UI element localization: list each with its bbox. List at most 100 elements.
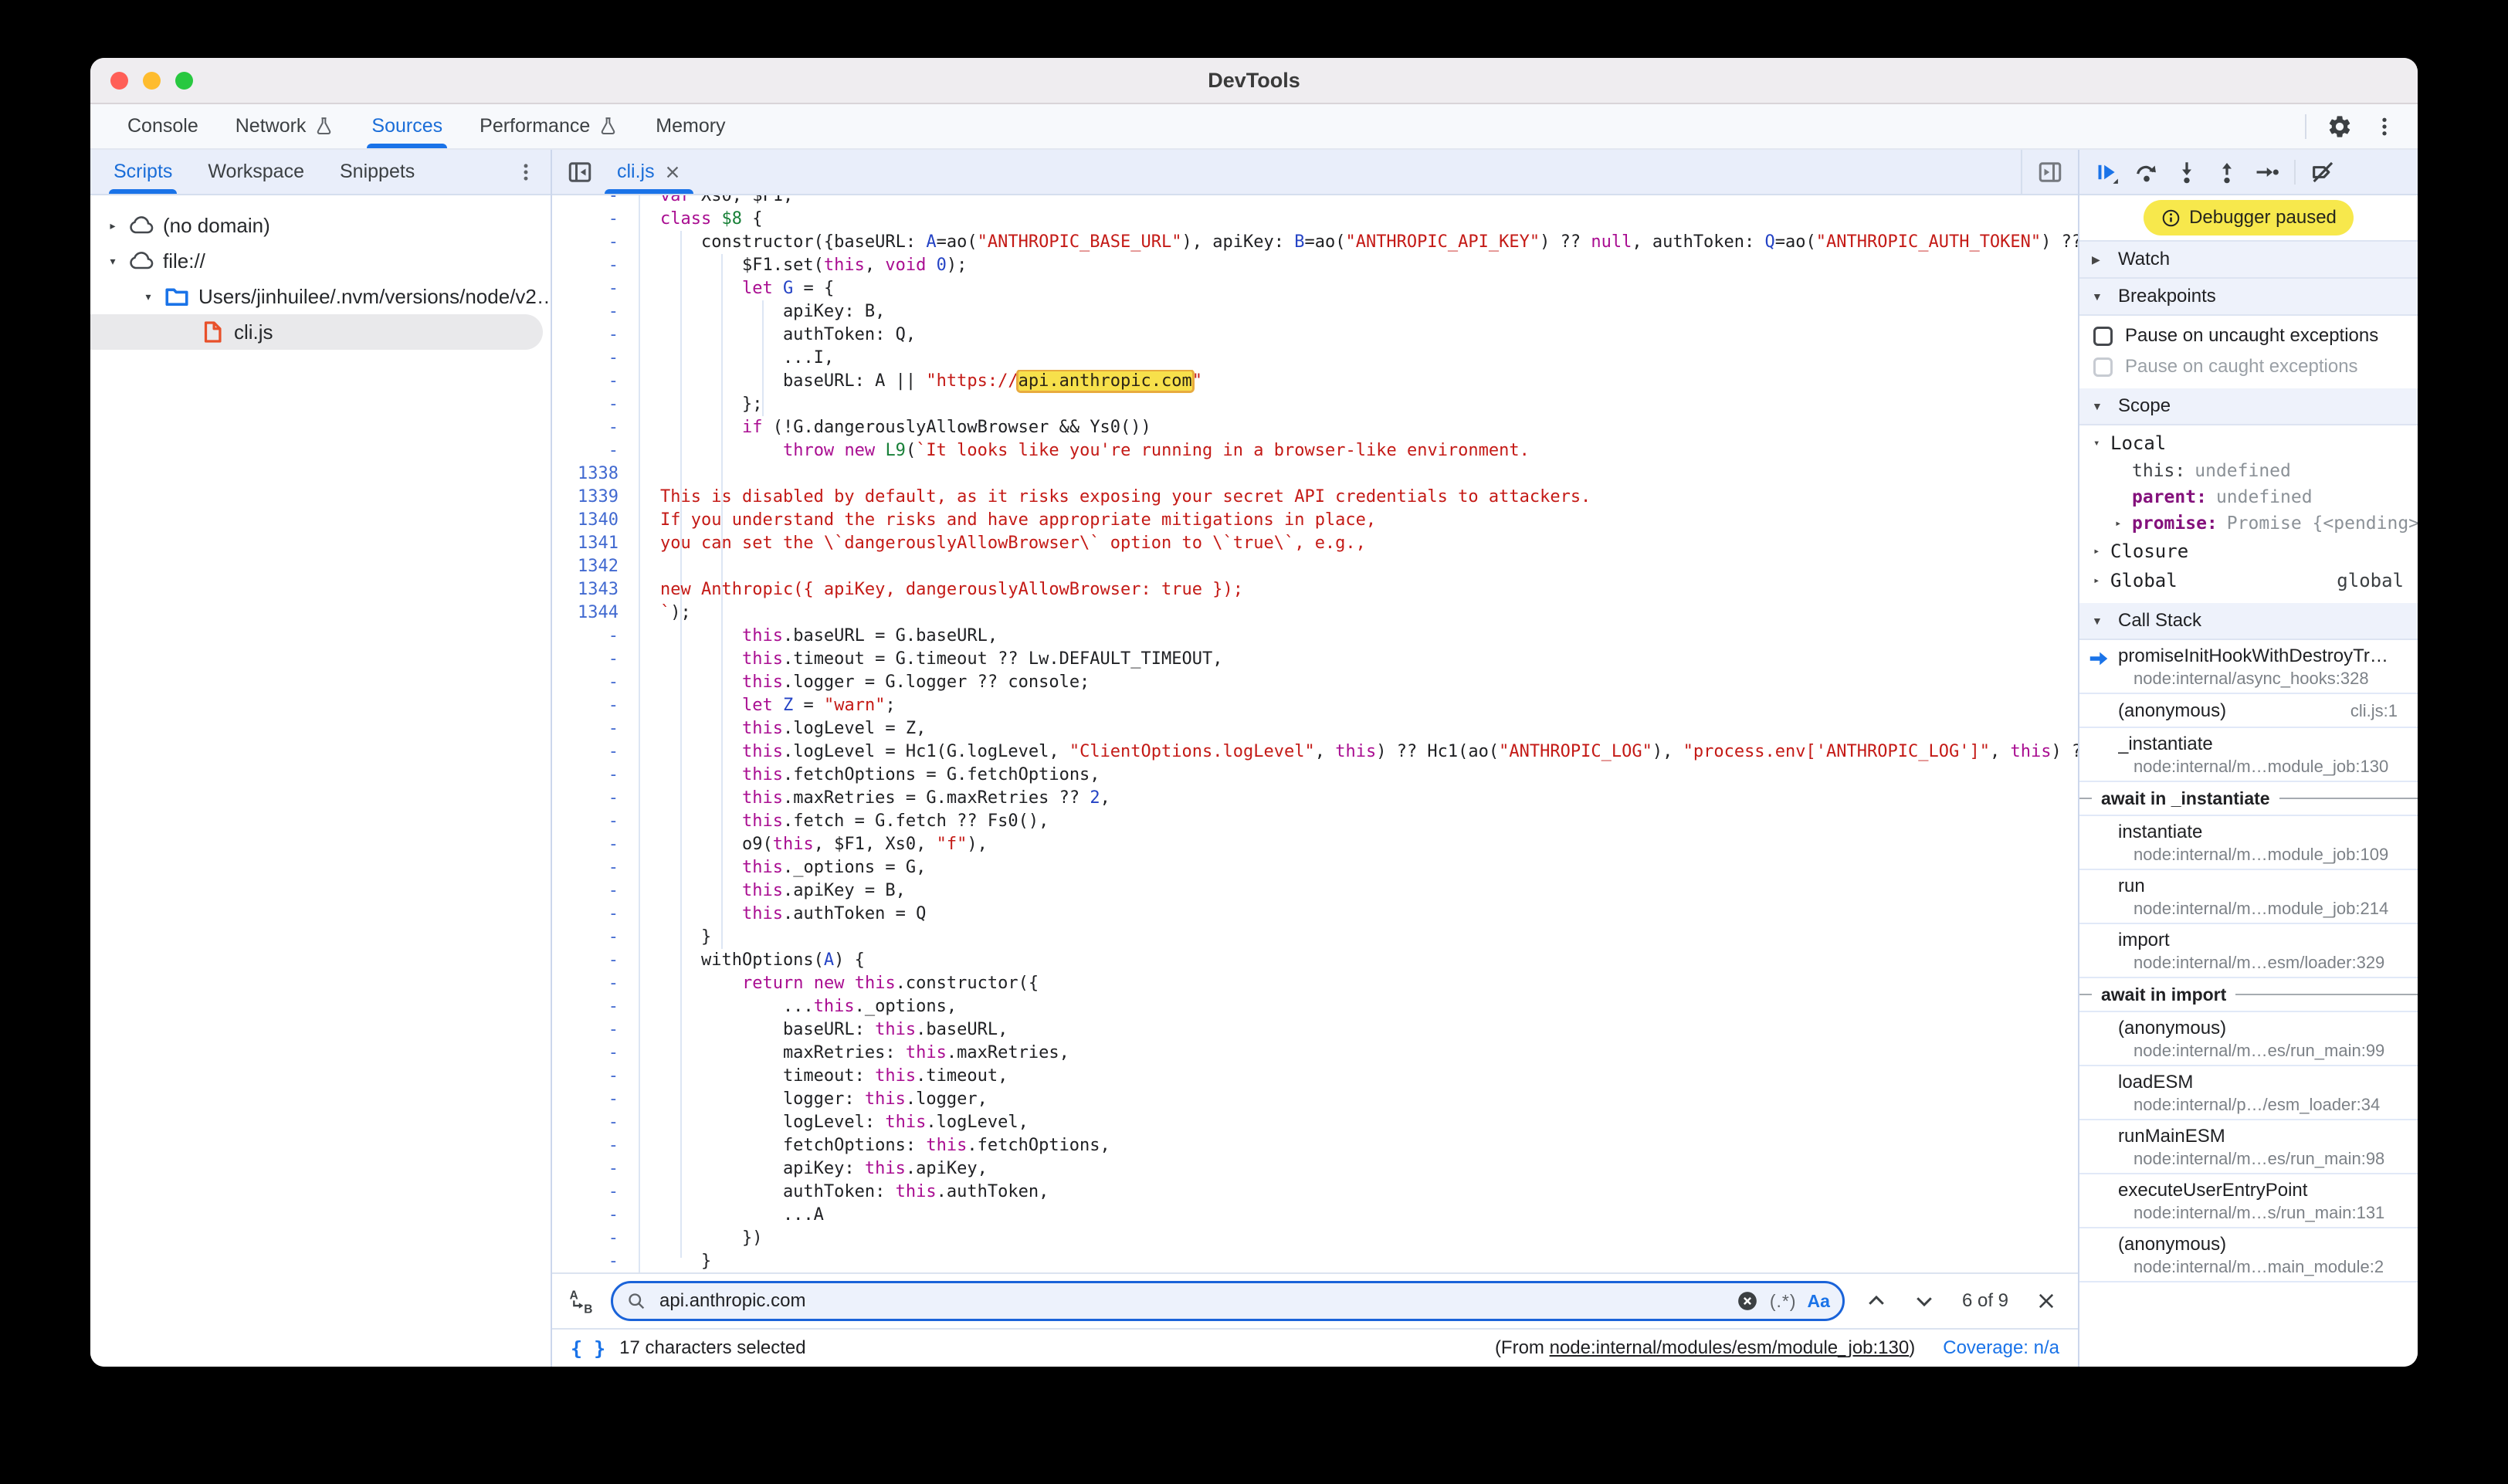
search-previous-icon[interactable]: [1860, 1285, 1893, 1317]
line-number-gutter[interactable]: -: [552, 347, 631, 370]
call-stack-frame[interactable]: (anonymous)node:internal/m…es/run_main:9…: [2079, 1012, 2418, 1066]
clear-search-icon[interactable]: [1736, 1289, 1759, 1313]
panel-tab-memory[interactable]: Memory: [656, 104, 725, 148]
line-number-gutter[interactable]: -: [552, 393, 631, 416]
line-number-gutter[interactable]: -: [552, 1250, 631, 1272]
call-stack-frame[interactable]: (anonymous)cli.js:1: [2079, 694, 2418, 728]
line-number-gutter[interactable]: -: [552, 1134, 631, 1157]
line-number-gutter[interactable]: -: [552, 231, 631, 254]
panel-tab-network[interactable]: Network: [236, 104, 335, 148]
line-number-gutter[interactable]: 1342: [552, 555, 631, 578]
line-number-gutter[interactable]: 1343: [552, 578, 631, 601]
toggle-navigator-panel-icon[interactable]: [563, 155, 597, 189]
line-number-gutter[interactable]: -: [552, 833, 631, 856]
line-number-gutter[interactable]: -: [552, 254, 631, 277]
line-number-gutter[interactable]: -: [552, 300, 631, 324]
line-number-gutter[interactable]: -: [552, 764, 631, 787]
replace-toggle-icon[interactable]: A B: [568, 1287, 595, 1315]
tree-item-users-jinhuilee-nvm-versions-node-v2-[interactable]: ▾Users/jinhuilee/.nvm/versions/node/v2…: [90, 279, 551, 314]
search-input[interactable]: [658, 1289, 1725, 1313]
more-options-kebab-icon[interactable]: [2373, 115, 2396, 138]
zoom-window-button[interactable]: [175, 72, 193, 90]
line-number-gutter[interactable]: -: [552, 903, 631, 926]
line-number-gutter[interactable]: -: [552, 1065, 631, 1088]
editor-tab-clijs[interactable]: cli.js: [602, 150, 696, 194]
call-stack-frame[interactable]: loadESMnode:internal/p…/esm_loader:34: [2079, 1066, 2418, 1120]
line-number-gutter[interactable]: -: [552, 879, 631, 903]
line-number-gutter[interactable]: -: [552, 277, 631, 300]
line-number-gutter[interactable]: -: [552, 949, 631, 972]
call-stack-section-header[interactable]: ▼ Call Stack: [2079, 603, 2418, 640]
navigator-tab-workspace[interactable]: Workspace: [208, 150, 304, 194]
settings-gear-icon[interactable]: [2327, 114, 2353, 140]
tree-item--no-domain-[interactable]: ▸(no domain): [90, 208, 551, 243]
line-number-gutter[interactable]: -: [552, 208, 631, 231]
step-out-icon[interactable]: [2209, 154, 2245, 190]
code-editor[interactable]: -var Xs0, $F1;-class $8 {- constructor({…: [552, 195, 2078, 1272]
pause-caught-checkbox[interactable]: [2093, 357, 2113, 377]
line-number-gutter[interactable]: -: [552, 694, 631, 717]
line-number-gutter[interactable]: -: [552, 1111, 631, 1134]
line-number-gutter[interactable]: -: [552, 926, 631, 949]
line-number-gutter[interactable]: -: [552, 1204, 631, 1227]
scope-local[interactable]: ▾Local: [2079, 429, 2418, 458]
close-search-icon[interactable]: [2030, 1285, 2062, 1317]
line-number-gutter[interactable]: -: [552, 1088, 631, 1111]
toggle-debugger-panel-icon[interactable]: [2033, 155, 2067, 189]
call-stack-frame[interactable]: executeUserEntryPointnode:internal/m…s/r…: [2079, 1174, 2418, 1228]
match-case-toggle[interactable]: Aa: [1808, 1291, 1830, 1312]
line-number-gutter[interactable]: -: [552, 1227, 631, 1250]
panel-tab-performance[interactable]: Performance: [480, 104, 619, 148]
search-next-icon[interactable]: [1908, 1285, 1940, 1317]
line-number-gutter[interactable]: -: [552, 972, 631, 995]
line-number-gutter[interactable]: -: [552, 671, 631, 694]
line-number-gutter[interactable]: -: [552, 370, 631, 393]
scope-section-header[interactable]: ▼ Scope: [2079, 388, 2418, 425]
line-number-gutter[interactable]: -: [552, 1181, 631, 1204]
chevron-right-icon[interactable]: ▸: [2115, 517, 2132, 530]
line-number-gutter[interactable]: -: [552, 195, 631, 208]
line-number-gutter[interactable]: -: [552, 648, 631, 671]
navigator-more-kebab-icon[interactable]: [515, 150, 551, 194]
regex-toggle[interactable]: (.*): [1770, 1291, 1797, 1312]
scope-global[interactable]: ▸Globalglobal: [2079, 566, 2418, 595]
scope-closure[interactable]: ▸Closure: [2079, 537, 2418, 566]
call-stack-frame[interactable]: instantiatenode:internal/m…module_job:10…: [2079, 816, 2418, 870]
tree-item-file-[interactable]: ▾file://: [90, 243, 551, 279]
line-number-gutter[interactable]: -: [552, 1157, 631, 1181]
line-number-gutter[interactable]: -: [552, 1042, 631, 1065]
tree-expander-icon[interactable]: ▾: [137, 290, 160, 303]
pretty-print-icon[interactable]: { }: [571, 1337, 605, 1360]
line-number-gutter[interactable]: 1338: [552, 462, 631, 486]
call-stack-frame[interactable]: importnode:internal/m…esm/loader:329: [2079, 924, 2418, 978]
line-number-gutter[interactable]: -: [552, 995, 631, 1018]
watch-section-header[interactable]: ▶ Watch: [2079, 240, 2418, 279]
scope-property-parent[interactable]: parent:undefined: [2079, 484, 2418, 510]
step-over-icon[interactable]: [2129, 154, 2164, 190]
line-number-gutter[interactable]: 1339: [552, 486, 631, 509]
source-origin-link[interactable]: (From node:internal/modules/esm/module_j…: [1495, 1337, 1915, 1359]
line-number-gutter[interactable]: -: [552, 439, 631, 462]
tree-item-cli-js[interactable]: cli.js: [90, 314, 543, 350]
call-stack-frame[interactable]: _instantiatenode:internal/m…module_job:1…: [2079, 728, 2418, 782]
call-stack-frame[interactable]: promiseInitHookWithDestroyTr…node:intern…: [2079, 640, 2418, 694]
call-stack-frame[interactable]: runnode:internal/m…module_job:214: [2079, 870, 2418, 924]
scope-property-promise[interactable]: ▸promise:Promise {<pending>}: [2079, 510, 2418, 537]
call-stack-frame[interactable]: (anonymous)node:internal/m…main_module:2: [2079, 1228, 2418, 1282]
search-field[interactable]: (.*) Aa: [611, 1281, 1845, 1321]
line-number-gutter[interactable]: -: [552, 1018, 631, 1042]
tree-expander-icon[interactable]: ▾: [101, 255, 124, 268]
panel-tab-sources[interactable]: Sources: [371, 104, 442, 148]
pause-uncaught-checkbox[interactable]: [2093, 327, 2113, 346]
scope-property-this[interactable]: this:undefined: [2079, 458, 2418, 484]
tree-expander-icon[interactable]: ▸: [101, 219, 124, 232]
navigator-tab-snippets[interactable]: Snippets: [340, 150, 415, 194]
navigator-tab-scripts[interactable]: Scripts: [114, 150, 172, 194]
line-number-gutter[interactable]: 1340: [552, 509, 631, 532]
coverage-link[interactable]: Coverage: n/a: [1943, 1337, 2059, 1359]
line-number-gutter[interactable]: -: [552, 324, 631, 347]
line-number-gutter[interactable]: -: [552, 717, 631, 740]
line-number-gutter[interactable]: -: [552, 740, 631, 764]
panel-tab-console[interactable]: Console: [127, 104, 198, 148]
line-number-gutter[interactable]: 1341: [552, 532, 631, 555]
